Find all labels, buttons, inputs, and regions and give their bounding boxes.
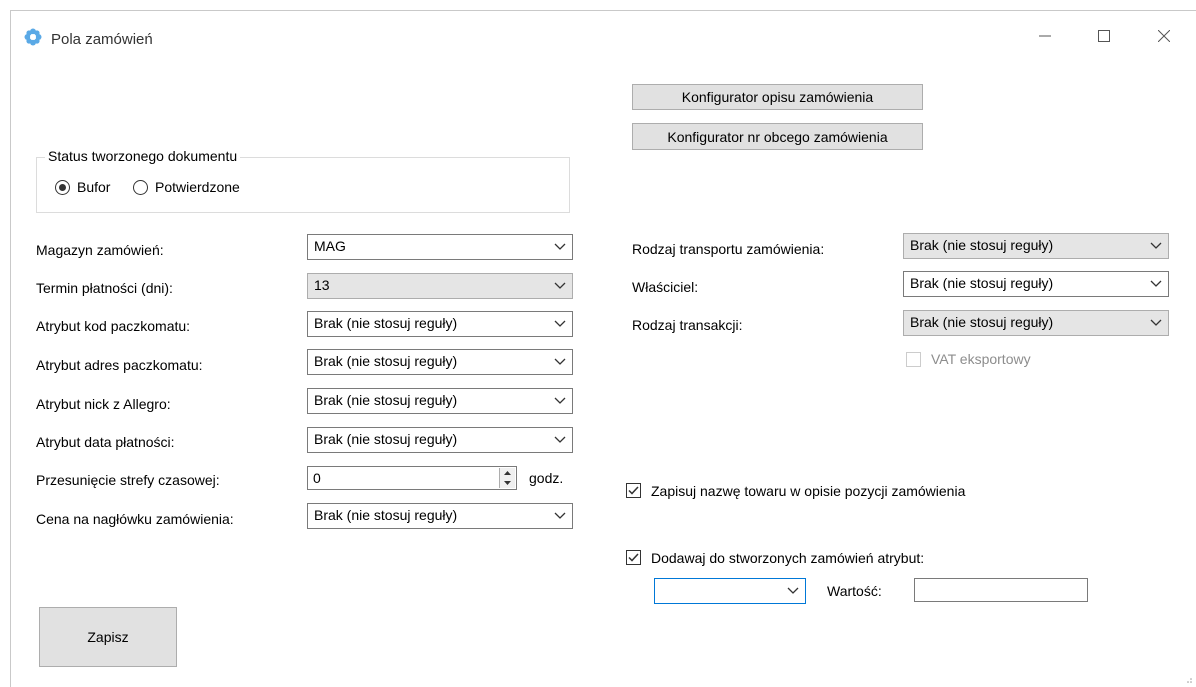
- header-price-select[interactable]: Brak (nie stosuj reguły): [307, 503, 573, 529]
- close-icon: [1158, 30, 1170, 42]
- spin-down-icon: [504, 481, 511, 485]
- allegro-nick-attribute-label: Atrybut nick z Allegro:: [36, 396, 171, 412]
- owner-label: Właściciel:: [632, 279, 699, 295]
- warehouse-select[interactable]: MAG: [307, 234, 573, 260]
- owner-value: Brak (nie stosuj reguły): [910, 275, 1054, 291]
- transport-type-label: Rodzaj transportu zamówienia:: [632, 241, 825, 257]
- app-flower-icon: [24, 28, 42, 46]
- chevron-down-icon: [554, 282, 566, 289]
- timezone-offset-stepper[interactable]: 0: [307, 466, 517, 490]
- order-description-configurator-label: Konfigurator opisu zamówienia: [681, 89, 874, 105]
- timezone-offset-value: 0: [313, 470, 321, 486]
- payment-date-attribute-label: Atrybut data płatności:: [36, 434, 175, 450]
- payment-term-select[interactable]: 13: [307, 273, 573, 299]
- radio-selected-dot: [59, 184, 66, 191]
- order-description-configurator-button[interactable]: Konfigurator opisu zamówienia: [632, 84, 923, 110]
- document-status-title: Status tworzonego dokumentu: [45, 148, 241, 164]
- save-button-label: Zapisz: [87, 629, 129, 645]
- locker-code-attribute-select[interactable]: Brak (nie stosuj reguły): [307, 311, 573, 337]
- transport-type-select[interactable]: Brak (nie stosuj reguły): [903, 233, 1169, 259]
- chevron-down-icon: [554, 243, 566, 250]
- chevron-down-icon: [1150, 242, 1162, 249]
- locker-address-attribute-value: Brak (nie stosuj reguły): [314, 353, 458, 369]
- timezone-offset-spin-buttons[interactable]: [499, 468, 515, 488]
- chevron-down-icon: [1150, 280, 1162, 287]
- vat-export-checkbox[interactable]: [906, 352, 921, 367]
- add-attribute-checkbox[interactable]: [626, 550, 641, 565]
- chevron-down-icon: [554, 512, 566, 519]
- minimize-button[interactable]: [1022, 21, 1068, 51]
- attribute-value-label: Wartość:: [827, 583, 882, 599]
- order-fields-window: Pola zamówień Konfigurator opisu zamówie…: [10, 10, 1196, 687]
- allegro-nick-attribute-select[interactable]: Brak (nie stosuj reguły): [307, 388, 573, 414]
- save-product-name-label: Zapisuj nazwę towaru w opisie pozycji za…: [651, 483, 966, 499]
- payment-date-attribute-select[interactable]: Brak (nie stosuj reguły): [307, 427, 573, 453]
- document-status-group: Status tworzonego dokumentu Bufor Potwie…: [36, 148, 570, 213]
- save-button[interactable]: Zapisz: [39, 607, 177, 667]
- locker-code-attribute-value: Brak (nie stosuj reguły): [314, 315, 458, 331]
- warehouse-value: MAG: [314, 238, 346, 254]
- foreign-order-number-configurator-label: Konfigurator nr obcego zamówienia: [667, 128, 888, 145]
- minimize-icon: [1039, 35, 1051, 37]
- chevron-down-icon: [787, 587, 799, 594]
- warehouse-label: Magazyn zamówień:: [36, 242, 164, 258]
- chevron-down-icon: [554, 397, 566, 404]
- maximize-icon: [1098, 30, 1110, 42]
- transaction-type-label: Rodzaj transakcji:: [632, 317, 743, 333]
- chevron-down-icon: [1150, 319, 1162, 326]
- checkmark-icon: [628, 553, 639, 562]
- spin-up-icon: [504, 471, 511, 475]
- timezone-offset-label: Przesunięcie strefy czasowej:: [36, 472, 220, 488]
- chevron-down-icon: [554, 358, 566, 365]
- payment-term-label: Termin płatności (dni):: [36, 280, 173, 296]
- vat-export-label: VAT eksportowy: [931, 351, 1031, 367]
- payment-date-attribute-value: Brak (nie stosuj reguły): [314, 431, 458, 447]
- chevron-down-icon: [554, 436, 566, 443]
- locker-address-attribute-select[interactable]: Brak (nie stosuj reguły): [307, 349, 573, 375]
- resize-grip-icon[interactable]: [1183, 674, 1193, 684]
- attribute-select[interactable]: [654, 578, 806, 604]
- radio-bufor-label: Bufor: [77, 179, 111, 195]
- chevron-down-icon: [554, 320, 566, 327]
- transaction-type-select[interactable]: Brak (nie stosuj reguły): [903, 310, 1169, 336]
- radio-potwierdzone[interactable]: [133, 180, 148, 195]
- radio-potwierdzone-label: Potwierdzone: [155, 179, 240, 195]
- timezone-offset-unit: godz.: [529, 470, 564, 486]
- header-price-value: Brak (nie stosuj reguły): [314, 507, 458, 523]
- save-product-name-checkbox[interactable]: [626, 483, 641, 498]
- payment-term-value: 13: [314, 277, 330, 293]
- close-button[interactable]: [1141, 21, 1187, 51]
- transaction-type-value: Brak (nie stosuj reguły): [910, 314, 1054, 330]
- allegro-nick-attribute-value: Brak (nie stosuj reguły): [314, 392, 458, 408]
- maximize-button[interactable]: [1081, 21, 1127, 51]
- window-title: Pola zamówień: [51, 31, 153, 48]
- header-price-label: Cena na nagłówku zamówienia:: [36, 511, 234, 527]
- add-attribute-label: Dodawaj do stworzonych zamówień atrybut:: [651, 550, 925, 566]
- radio-bufor[interactable]: [55, 180, 70, 195]
- attribute-value-input[interactable]: [914, 578, 1088, 602]
- locker-address-attribute-label: Atrybut adres paczkomatu:: [36, 357, 203, 373]
- foreign-order-number-configurator-button[interactable]: Konfigurator nr obcego zamówienia: [632, 123, 923, 150]
- checkmark-icon: [628, 486, 639, 495]
- title-bar: Pola zamówień: [11, 11, 1196, 59]
- transport-type-value: Brak (nie stosuj reguły): [910, 237, 1054, 253]
- owner-select[interactable]: Brak (nie stosuj reguły): [903, 271, 1169, 297]
- locker-code-attribute-label: Atrybut kod paczkomatu:: [36, 318, 191, 334]
